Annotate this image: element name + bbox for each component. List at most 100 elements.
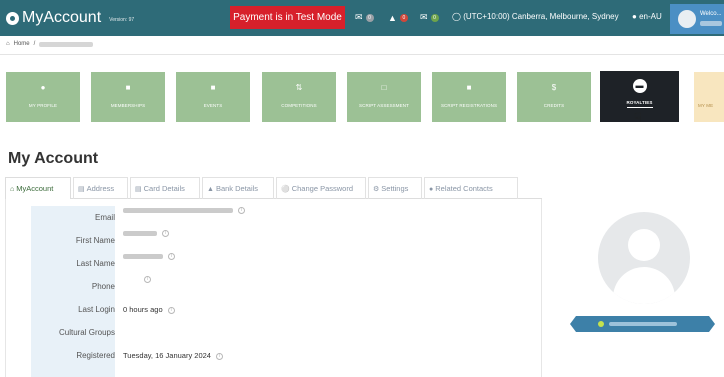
- home-icon: ⌂: [10, 186, 15, 193]
- tile-credits[interactable]: $ CREDITS: [517, 72, 591, 122]
- first-name-value-redacted: [123, 231, 157, 236]
- contacts-icon: ●: [429, 186, 434, 193]
- tile-label: COMPETITIONS: [281, 103, 317, 108]
- trophy-icon: ⇅: [295, 83, 303, 92]
- field-label: Cultural Groups: [58, 328, 115, 337]
- tile-label: ROYALTIES: [626, 100, 653, 105]
- field-value: i: [144, 276, 151, 283]
- tile-label: SCRIPT ASSESSMENT: [359, 103, 409, 108]
- info-icon[interactable]: i: [144, 276, 151, 283]
- bell-icon: ▲: [388, 12, 397, 23]
- breadcrumb-current-redacted: [39, 41, 94, 47]
- locale-label: en-AU: [639, 12, 662, 21]
- tab-label: Address: [86, 184, 115, 193]
- tile-memberships[interactable]: ■ MEMBERSHIPS: [91, 72, 165, 122]
- alerts-count: 0: [399, 13, 408, 22]
- document-icon: □: [381, 83, 387, 92]
- tab-address[interactable]: ▤ Address: [73, 177, 128, 199]
- page-title: My Account: [8, 150, 99, 167]
- profile-name-redacted: [609, 322, 677, 326]
- calendar-icon: ■: [210, 83, 216, 92]
- message-icon: ✉: [355, 12, 363, 22]
- user-menu[interactable]: Welco...: [670, 4, 724, 34]
- badge-icon: ■: [125, 83, 131, 92]
- tile-script-registrations[interactable]: ■ SCRIPT REGISTRATIONS: [432, 72, 506, 122]
- tab-label: Related Contacts: [435, 184, 493, 193]
- profile-name-ribbon: [570, 316, 715, 332]
- mail-count: 0: [430, 13, 439, 22]
- field-row-first-name: First Name i: [31, 230, 531, 252]
- header-divider: [0, 54, 724, 55]
- field-row-registered: Registered Tuesday, 16 January 2024 i: [31, 345, 531, 367]
- tile-underline: [627, 107, 653, 108]
- info-icon[interactable]: i: [168, 253, 175, 260]
- field-value: i: [123, 230, 169, 237]
- tile-script-assessment[interactable]: □ SCRIPT ASSESSMENT: [347, 72, 421, 122]
- field-row-last-name: Last Name i: [31, 253, 531, 275]
- messages-notification[interactable]: ✉ 0: [355, 6, 374, 29]
- field-label: Phone: [91, 282, 115, 291]
- tile-events[interactable]: ■ EVENTS: [176, 72, 250, 122]
- field-label: Registered: [76, 351, 115, 360]
- tab-label: Change Password: [291, 184, 354, 193]
- bank-icon: ▲: [207, 186, 214, 193]
- breadcrumb: ⌂ Home /: [6, 41, 94, 47]
- alerts-notification[interactable]: ▲ 0: [388, 6, 408, 29]
- dollar-icon: $: [551, 83, 557, 92]
- payment-test-mode-banner: Payment is in Test Mode: [230, 6, 345, 29]
- tab-change-password[interactable]: ⚪ Change Password: [276, 177, 366, 199]
- profile-avatar-icon[interactable]: [598, 212, 690, 304]
- mail-notification[interactable]: ✉ 0: [420, 6, 439, 29]
- field-label: Last Name: [76, 259, 115, 268]
- online-status-icon: [598, 321, 604, 327]
- locale-selector[interactable]: ● en-AU: [632, 12, 662, 21]
- tab-card-details[interactable]: ▤ Card Details: [130, 177, 200, 199]
- tab-bank-details[interactable]: ▲ Bank Details: [202, 177, 274, 199]
- field-label: Email: [94, 213, 115, 222]
- tile-competitions[interactable]: ⇅ COMPETITIONS: [262, 72, 336, 122]
- user-icon: ●: [40, 83, 46, 92]
- myaccount-logo-icon: [6, 11, 19, 25]
- user-name-redacted: [700, 21, 722, 26]
- tile-my-profile[interactable]: ● MY PROFILE: [6, 72, 80, 122]
- field-row-cultural-groups: Cultural Groups: [31, 322, 531, 344]
- info-icon[interactable]: i: [238, 207, 245, 214]
- info-icon[interactable]: i: [215, 352, 223, 360]
- version-label: Version: 97: [109, 17, 135, 23]
- timezone-selector[interactable]: ◯ (UTC+10:00) Canberra, Melbourne, Sydne…: [452, 12, 619, 21]
- welcome-text: Welco...: [700, 11, 722, 17]
- globe-icon: ●: [632, 12, 637, 21]
- field-label: Last Login: [78, 305, 115, 314]
- field-row-last-login: Last Login 0 hours ago i: [31, 299, 531, 321]
- tile-label: SCRIPT REGISTRATIONS: [440, 103, 498, 108]
- registered-value: Tuesday, 16 January 2024: [123, 351, 211, 360]
- clock-icon: ◯: [452, 12, 461, 21]
- hand-cursor-icon: ☟: [634, 110, 642, 125]
- info-icon[interactable]: i: [162, 230, 169, 237]
- address-icon: ▤: [78, 186, 85, 193]
- document-icon: ■: [466, 83, 472, 92]
- field-value: 0 hours ago i: [123, 299, 175, 321]
- timezone-label: (UTC+10:00) Canberra, Melbourne, Sydney: [463, 12, 619, 21]
- last-login-value: 0 hours ago: [123, 305, 163, 314]
- tab-label: Card Details: [143, 184, 185, 193]
- tile-my-me[interactable]: MY ME: [694, 72, 724, 122]
- money-icon: ▬: [632, 79, 647, 93]
- info-icon[interactable]: i: [167, 306, 175, 314]
- tab-settings[interactable]: ⚙ Settings: [368, 177, 422, 199]
- account-tabs: ⌂ MyAccount ▤ Address ▤ Card Details ▲ Bank …: [5, 177, 542, 199]
- tab-my-account[interactable]: ⌂ MyAccount: [5, 177, 71, 199]
- user-avatar-icon: [678, 10, 696, 28]
- email-value-redacted: [123, 208, 233, 213]
- breadcrumb-separator: /: [33, 41, 36, 47]
- tile-label: MY PROFILE: [28, 103, 58, 108]
- field-value: i: [123, 207, 245, 214]
- tab-related-contacts[interactable]: ● Related Contacts: [424, 177, 518, 199]
- breadcrumb-home[interactable]: Home: [14, 41, 30, 47]
- field-value: Tuesday, 16 January 2024 i: [123, 345, 223, 367]
- gear-icon: ⚙: [373, 186, 380, 193]
- home-icon: ⌂: [6, 41, 10, 47]
- brand[interactable]: MyAccount Version: 97: [6, 9, 134, 27]
- tab-label: Bank Details: [215, 184, 259, 193]
- field-label: First Name: [75, 236, 115, 245]
